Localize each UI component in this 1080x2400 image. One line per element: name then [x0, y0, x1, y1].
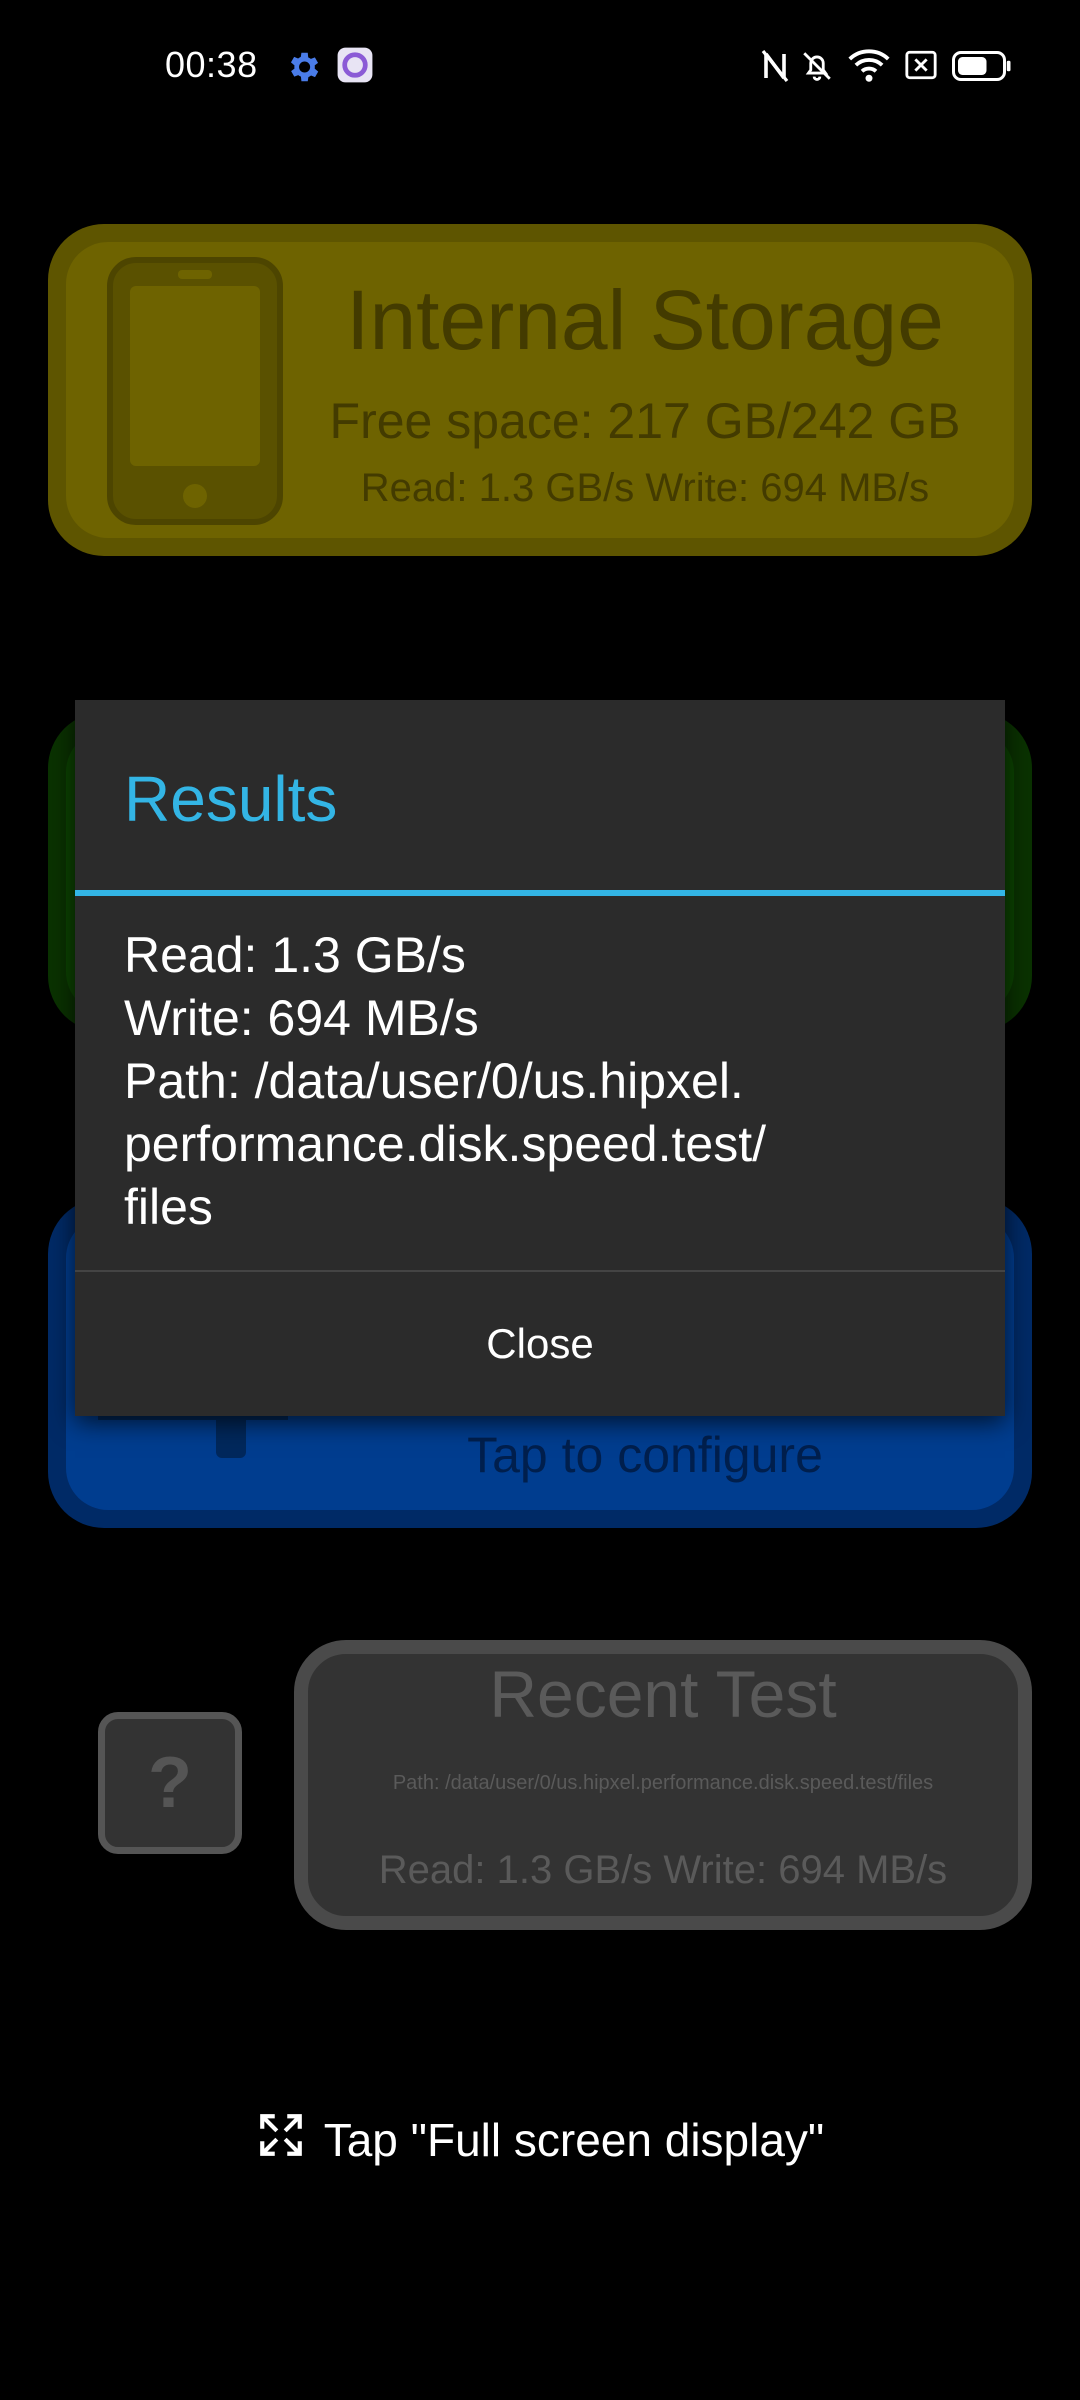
dialog-message: Read: 1.3 GB/s Write: 694 MB/s Path: /da…: [124, 924, 974, 1239]
close-button[interactable]: Close: [75, 1272, 1005, 1416]
fullscreen-hint[interactable]: Tap "Full screen display": [0, 2108, 1080, 2172]
free-space-text: Free space: 217 GB/242 GB: [329, 393, 961, 449]
recent-test-speed: Read: 1.3 GB/s Write: 694 MB/s: [378, 1848, 948, 1892]
dialog-line-path-cont: performance.disk.speed.test/: [124, 1116, 766, 1172]
status-time: 00:38: [165, 44, 258, 85]
results-dialog: Results Read: 1.3 GB/s Write: 694 MB/s P…: [75, 700, 1005, 1416]
dialog-line-path: Path: /data/user/0/us.hipxel.: [124, 1053, 744, 1109]
tap-to-configure-text: Tap to configure: [467, 1427, 823, 1483]
bell-muted-icon: [800, 48, 834, 89]
storage-title: Internal Storage: [346, 273, 944, 367]
dialog-title-divider: [75, 890, 1005, 896]
fullscreen-icon: [256, 2110, 324, 2171]
dialog-line-read: Read: 1.3 GB/s: [124, 927, 466, 983]
screen: 00:38 Internal Storage Free space: 217 G…: [0, 0, 1080, 2400]
recent-test-title: Recent Test: [489, 1657, 837, 1731]
help-button[interactable]: ?: [98, 1712, 242, 1854]
battery-icon: [952, 50, 1012, 87]
app-icon: [336, 46, 374, 89]
storage-speed-text: Read: 1.3 GB/s Write: 694 MB/s: [360, 466, 930, 510]
dialog-line-write: Write: 694 MB/s: [124, 990, 479, 1046]
dialog-title: Results: [124, 763, 338, 835]
fullscreen-hint-label: Tap "Full screen display": [323, 2114, 825, 2166]
phone-icon: [106, 256, 284, 526]
recent-test-path: Path: /data/user/0/us.hipxel.performance…: [392, 1772, 934, 1794]
gear-icon: [284, 48, 322, 91]
dialog-line-path-end: files: [124, 1179, 213, 1235]
nfc-icon: [760, 48, 790, 89]
status-bar: 00:38: [0, 0, 1080, 135]
wifi-icon: [848, 48, 890, 89]
sim-x-icon: [904, 48, 938, 87]
